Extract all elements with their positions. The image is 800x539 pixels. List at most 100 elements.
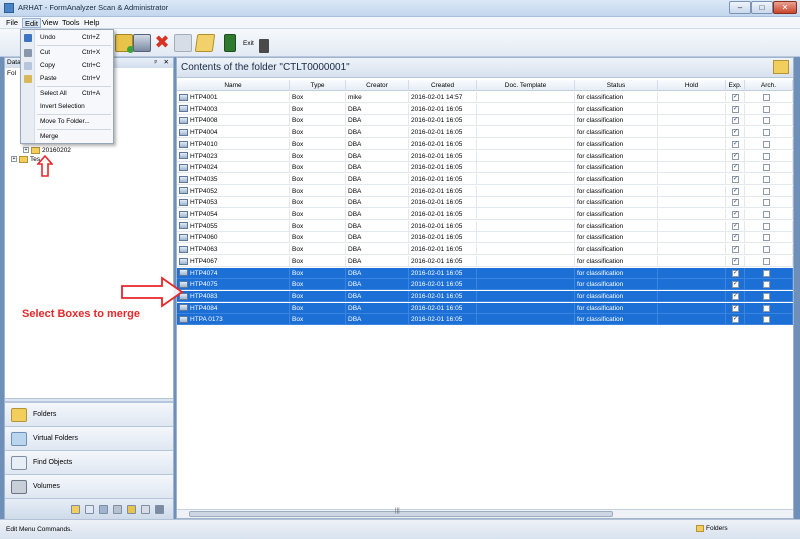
table-row[interactable]: HTP4084 Box DBA 2016-02-01 16:05 for classif… [177, 302, 793, 314]
arch-checkbox[interactable] [763, 187, 770, 195]
arch-checkbox[interactable] [763, 199, 770, 207]
menu-item-move-to-folder[interactable]: Move To Folder... [21, 116, 113, 128]
table-row[interactable]: HTPA 0173 Box DBA 2016-02-01 16:05 for class… [177, 314, 793, 326]
arch-checkbox[interactable] [763, 246, 770, 254]
col-created[interactable]: Created [409, 80, 477, 91]
table-row[interactable]: HTP4060 Box DBA 2016-02-01 16:05 for classif… [177, 232, 793, 244]
arch-checkbox[interactable] [763, 304, 770, 312]
table-row[interactable]: HTP4075 Box DBA 2016-02-01 16:05 for classif… [177, 279, 793, 291]
folder-mini-icon[interactable] [71, 505, 80, 514]
table-row[interactable]: HTP4052 Box DBA 2016-02-01 16:05 for classif… [177, 185, 793, 197]
find-mini-icon[interactable] [99, 505, 108, 514]
table-row[interactable]: HTP4067 Box DBA 2016-02-01 16:05 for classif… [177, 255, 793, 267]
table-row[interactable]: HTP4001 Box mike 2016-02-01 14:57 for classi… [177, 92, 793, 103]
new-box-icon[interactable] [115, 34, 134, 53]
nav-volumes[interactable]: Volumes [5, 474, 173, 498]
exp-checkbox[interactable]: ✓ [732, 222, 739, 230]
table-row[interactable]: HTP4063 Box DBA 2016-02-01 16:05 for classif… [177, 244, 793, 256]
exp-checkbox[interactable]: ✓ [732, 117, 739, 125]
exp-checkbox[interactable]: ✓ [732, 129, 739, 137]
exp-checkbox[interactable]: ✓ [732, 316, 739, 324]
exp-checkbox[interactable]: ✓ [732, 281, 739, 289]
col-status[interactable]: Status [575, 80, 658, 91]
expand-icon[interactable]: + [11, 156, 17, 163]
table-row[interactable]: HTP4003 Box DBA 2016-02-01 16:05 for classif… [177, 103, 793, 115]
menu-help[interactable]: Help [82, 18, 101, 28]
tree-item[interactable]: + Tes [11, 155, 40, 164]
table-row[interactable]: HTP4035 Box DBA 2016-02-01 16:05 for classif… [177, 173, 793, 185]
maximize-button[interactable]: □ [751, 1, 773, 14]
table-row[interactable]: HTP4083 Box DBA 2016-02-01 16:05 for classif… [177, 290, 793, 302]
menu-tools[interactable]: Tools [60, 18, 82, 28]
exp-checkbox[interactable]: ✓ [732, 187, 739, 195]
arch-checkbox[interactable] [763, 281, 770, 289]
exp-checkbox[interactable]: ✓ [732, 94, 739, 101]
nav-virtual-folders[interactable]: Virtual Folders [5, 426, 173, 450]
exp-checkbox[interactable]: ✓ [732, 269, 739, 277]
col-creator[interactable]: Creator [346, 80, 409, 91]
table-row[interactable]: HTP4024 Box DBA 2016-02-01 16:05 for classif… [177, 162, 793, 174]
table-row[interactable]: HTP4004 Box DBA 2016-02-01 16:05 for classif… [177, 127, 793, 139]
arch-checkbox[interactable] [763, 129, 770, 137]
table-row[interactable]: HTP4053 Box DBA 2016-02-01 16:05 for classif… [177, 197, 793, 209]
arch-checkbox[interactable] [763, 140, 770, 148]
exp-checkbox[interactable]: ✓ [732, 304, 739, 312]
menu-item-merge[interactable]: Merge [21, 131, 113, 143]
toolbar-overflow-icon[interactable] [259, 39, 269, 53]
arch-checkbox[interactable] [763, 94, 770, 101]
arch-checkbox[interactable] [763, 222, 770, 230]
status-folders[interactable]: Folders [696, 525, 728, 532]
scan-mini-icon[interactable] [127, 505, 136, 514]
horizontal-scrollbar[interactable]: ||| [177, 508, 793, 518]
exp-checkbox[interactable]: ✓ [732, 257, 739, 265]
minimize-button[interactable]: – [729, 1, 751, 14]
move-folder-icon[interactable] [194, 34, 216, 52]
settings-mini-icon[interactable] [155, 505, 164, 514]
arch-checkbox[interactable] [763, 316, 770, 324]
virtual-folder-mini-icon[interactable] [85, 505, 94, 514]
exp-checkbox[interactable]: ✓ [732, 105, 739, 113]
menu-view[interactable]: View [40, 18, 60, 28]
exp-checkbox[interactable]: ✓ [732, 175, 739, 183]
exp-checkbox[interactable]: ✓ [732, 234, 739, 242]
exp-checkbox[interactable]: ✓ [732, 152, 739, 160]
properties-icon[interactable] [174, 34, 192, 52]
menu-item-invert-selection[interactable]: Invert Selection [21, 101, 113, 113]
arch-checkbox[interactable] [763, 292, 770, 300]
panel-close-icon[interactable]: ✕ [164, 58, 169, 68]
folders-tab[interactable]: Fol [5, 69, 16, 79]
menu-edit[interactable]: Edit [22, 18, 41, 28]
arch-checkbox[interactable] [763, 164, 770, 172]
scan-icon[interactable] [133, 34, 151, 52]
tree-item[interactable]: +20160202 [23, 146, 71, 155]
close-button[interactable]: ✕ [773, 1, 797, 14]
col-name[interactable]: Name [177, 80, 290, 91]
arch-checkbox[interactable] [763, 257, 770, 265]
menu-item-copy[interactable]: Copy Ctrl+C [21, 60, 113, 72]
report-mini-icon[interactable] [141, 505, 150, 514]
col-type[interactable]: Type [290, 80, 346, 91]
exit-label[interactable]: Exit [243, 40, 254, 47]
menu-item-undo[interactable]: Undo Ctrl+Z [21, 32, 113, 44]
pin-icon[interactable]: ᵖ [155, 58, 157, 68]
volume-mini-icon[interactable] [113, 505, 122, 514]
exp-checkbox[interactable]: ✓ [732, 140, 739, 148]
col-doc-template[interactable]: Doc. Template [477, 80, 575, 91]
exp-checkbox[interactable]: ✓ [732, 199, 739, 207]
table-row[interactable]: HTP4010 Box DBA 2016-02-01 16:05 for classif… [177, 138, 793, 150]
arch-checkbox[interactable] [763, 105, 770, 113]
arch-checkbox[interactable] [763, 117, 770, 125]
col-exp[interactable]: Exp. [726, 80, 745, 91]
table-row[interactable]: HTP4074 Box DBA 2016-02-01 16:05 for classif… [177, 267, 793, 279]
arch-checkbox[interactable] [763, 152, 770, 160]
exp-checkbox[interactable]: ✓ [732, 292, 739, 300]
exit-icon[interactable] [224, 34, 236, 52]
arch-checkbox[interactable] [763, 269, 770, 277]
col-arch[interactable]: Arch. [745, 80, 793, 91]
exp-checkbox[interactable]: ✓ [732, 164, 739, 172]
menu-item-paste[interactable]: Paste Ctrl+V [21, 73, 113, 85]
table-row[interactable]: HTP4023 Box DBA 2016-02-01 16:05 for classif… [177, 150, 793, 162]
menu-item-select-all[interactable]: Select All Ctrl+A [21, 88, 113, 100]
arch-checkbox[interactable] [763, 211, 770, 218]
delete-icon[interactable]: ✖ [153, 33, 171, 52]
